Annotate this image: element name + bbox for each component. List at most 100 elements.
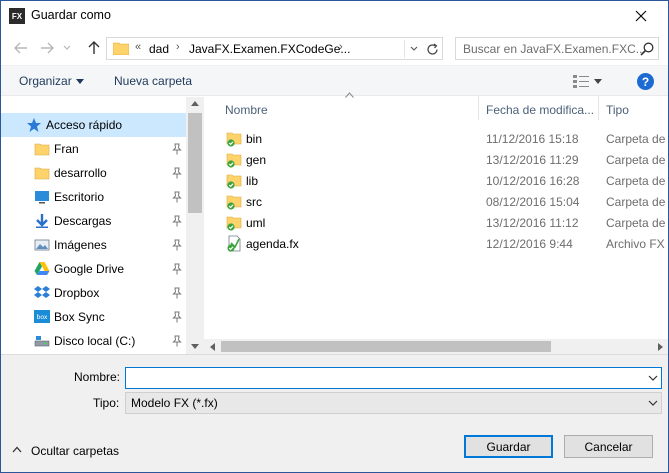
pictures-icon <box>34 237 50 253</box>
sidebar-item[interactable]: Descargas <box>0 209 186 233</box>
synced-file-icon <box>226 235 243 252</box>
box-sync-icon: box <box>34 309 50 325</box>
file-type: Archivo FX <box>606 237 665 251</box>
back-button[interactable] <box>10 37 32 59</box>
sidebar-item[interactable]: Dropbox <box>0 281 186 305</box>
address-dropdown-button[interactable] <box>406 38 422 59</box>
sidebar-item-label: Descargas <box>54 214 112 228</box>
pin-icon[interactable] <box>172 263 182 275</box>
breadcrumb-segment[interactable]: JavaFX.Examen.FXCodeGe... <box>189 42 350 56</box>
folder-icon <box>34 141 50 157</box>
breadcrumb-separator[interactable]: › <box>176 41 180 53</box>
scrollbar-thumb[interactable] <box>221 341 551 352</box>
column-header-type[interactable]: Tipo <box>606 103 629 117</box>
file-type-select[interactable]: Modelo FX (*.fx) <box>125 392 662 414</box>
file-row[interactable]: bin 11/12/2016 15:18 Carpeta de a <box>204 128 669 149</box>
pin-icon[interactable] <box>172 215 182 227</box>
search-icon <box>640 42 654 56</box>
pin-icon[interactable] <box>172 239 182 251</box>
file-name-dropdown-button[interactable] <box>645 369 661 387</box>
pin-icon[interactable] <box>172 191 182 203</box>
sidebar-item-label: Disco local (C:) <box>54 334 136 348</box>
file-row[interactable]: uml 13/12/2016 11:12 Carpeta de a <box>204 212 669 233</box>
chevron-down-icon <box>410 46 418 51</box>
help-icon[interactable]: ? <box>637 73 654 90</box>
sidebar-item-label: Imágenes <box>54 238 107 252</box>
synced-folder-icon <box>226 151 243 168</box>
sidebar-item-quick-access[interactable]: Acceso rápido <box>0 113 186 137</box>
file-type: Carpeta de a <box>606 153 669 167</box>
up-button[interactable] <box>83 37 105 59</box>
sidebar-item-label: Dropbox <box>54 286 100 300</box>
sidebar-item[interactable]: desarrollo <box>0 161 186 185</box>
sidebar-item[interactable]: box Box Sync <box>0 305 186 329</box>
file-row[interactable]: src 08/12/2016 15:04 Carpeta de a <box>204 191 669 212</box>
column-divider[interactable] <box>598 96 599 120</box>
sidebar-item[interactable]: Google Drive <box>0 257 186 281</box>
column-header-row: Nombre Fecha de modifica... Tipo <box>204 96 669 123</box>
arrow-left-icon <box>14 42 27 54</box>
search-box[interactable]: Buscar en JavaFX.Examen.FXC... <box>455 37 659 60</box>
file-type-dropdown-button[interactable] <box>645 395 661 411</box>
dropbox-icon <box>34 285 50 301</box>
file-date: 13/12/2016 11:29 <box>486 153 579 167</box>
scrollbar-thumb[interactable] <box>188 113 202 213</box>
sidebar-item[interactable]: Disco local (C:) <box>0 329 186 353</box>
sidebar-item-label: desarrollo <box>54 166 107 180</box>
refresh-button[interactable] <box>423 40 441 58</box>
column-header-date[interactable]: Fecha de modifica... <box>486 103 594 117</box>
file-name: bin <box>246 132 263 146</box>
search-input[interactable]: Buscar en JavaFX.Examen.FXC... <box>463 42 646 56</box>
chevron-right-icon <box>658 342 663 351</box>
forward-button[interactable] <box>36 37 58 59</box>
synced-folder-icon <box>226 193 243 210</box>
pin-icon[interactable] <box>172 335 182 347</box>
file-row[interactable]: agenda.fx 12/12/2016 9:44 Archivo FX <box>204 233 669 254</box>
sidebar-item[interactable]: Imágenes <box>0 233 186 257</box>
file-name: gen <box>246 153 267 167</box>
pin-icon[interactable] <box>172 287 182 299</box>
file-type: Carpeta de a <box>606 216 669 230</box>
file-name-input[interactable] <box>125 367 662 389</box>
sidebar-item[interactable]: Fran <box>0 137 186 161</box>
file-date: 08/12/2016 15:04 <box>486 195 580 209</box>
cancel-button[interactable]: Cancelar <box>564 435 653 458</box>
sidebar-item-label: Fran <box>54 142 79 156</box>
pin-icon[interactable] <box>172 311 182 323</box>
column-header-name[interactable]: Nombre <box>225 103 268 117</box>
file-row[interactable]: gen 13/12/2016 11:29 Carpeta de a <box>204 149 669 170</box>
sidebar-item[interactable]: Escritorio <box>0 185 186 209</box>
file-row[interactable]: lib 10/12/2016 16:28 Carpeta de a <box>204 170 669 191</box>
refresh-icon <box>426 43 438 55</box>
scroll-right-button[interactable] <box>652 339 669 354</box>
pin-icon[interactable] <box>172 143 182 155</box>
view-options-icon[interactable] <box>572 73 590 89</box>
address-bar[interactable]: « dad › JavaFX.Examen.FXCodeGe... › <box>106 37 443 60</box>
caret-down-icon[interactable] <box>594 77 602 87</box>
organize-button[interactable]: Organizar <box>19 74 72 88</box>
breadcrumb-segment[interactable]: dad <box>149 42 169 56</box>
close-icon <box>635 10 646 21</box>
sidebar-item-label: Escritorio <box>54 190 105 204</box>
hide-folders-toggle[interactable]: Ocultar carpetas <box>12 443 132 459</box>
save-button[interactable]: Guardar <box>464 435 553 458</box>
caret-down-icon[interactable] <box>76 77 84 87</box>
file-type: Carpeta de a <box>606 132 669 146</box>
scroll-up-button[interactable] <box>186 96 204 111</box>
chevron-up-icon <box>191 101 199 106</box>
scroll-down-button[interactable] <box>186 339 204 354</box>
chevron-left-icon <box>210 342 215 351</box>
sidebar-item-label: Acceso rápido <box>46 118 123 132</box>
recent-locations-button[interactable] <box>60 37 74 59</box>
chevron-down-icon <box>191 344 199 349</box>
pin-icon[interactable] <box>172 167 182 179</box>
address-overflow[interactable]: « <box>135 41 141 53</box>
scroll-left-button[interactable] <box>204 339 221 354</box>
title-bar: FX Guardar como <box>0 0 669 31</box>
breadcrumb-separator[interactable]: › <box>339 41 343 53</box>
column-divider[interactable] <box>478 96 479 120</box>
new-folder-button[interactable]: Nueva carpeta <box>114 74 192 88</box>
file-type-value: Modelo FX (*.fx) <box>131 396 218 410</box>
close-button[interactable] <box>612 0 669 31</box>
file-date: 13/12/2016 11:12 <box>486 216 579 230</box>
